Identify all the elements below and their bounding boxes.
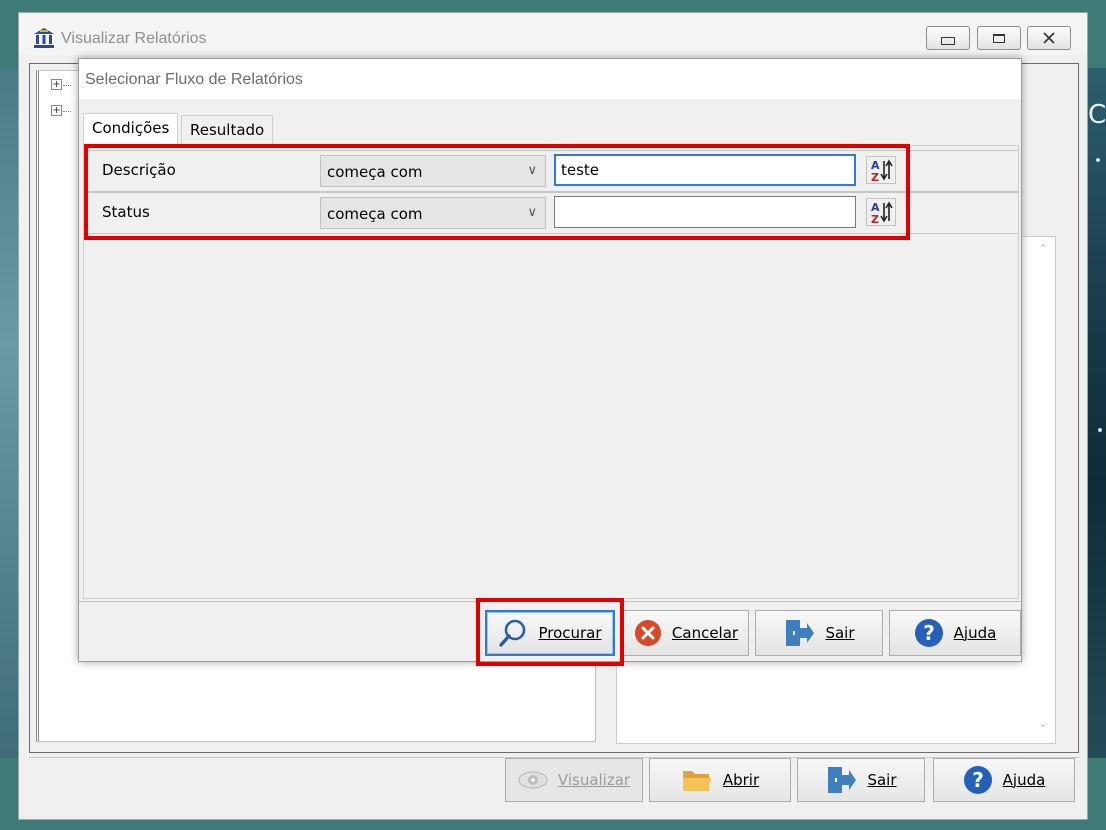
dialog-titlebar[interactable]: Selecionar Fluxo de Relatórios [79, 59, 1021, 99]
abrir-button[interactable]: Abrir [649, 758, 791, 802]
bank-icon [34, 28, 54, 48]
conditions-highlight-box [84, 144, 910, 240]
background-glyph: C [1088, 100, 1106, 130]
procurar-highlight-box [476, 598, 624, 666]
tab-resultado-label: Resultado [190, 121, 265, 139]
help-icon: ? [963, 766, 992, 794]
scroll-down-icon[interactable]: ˅ [1040, 723, 1046, 737]
dialog-ajuda-button[interactable]: ? Ajuda [889, 610, 1021, 656]
ajuda-label: Ajuda [1002, 771, 1046, 789]
sair-button[interactable]: Sair [797, 758, 925, 802]
visualizar-label: Visualizar [557, 771, 631, 789]
cancelar-button[interactable]: Cancelar [623, 610, 749, 656]
tree-connector [63, 111, 71, 112]
main-button-bar: Visualizar Abrir Sair ? Ajuda [29, 757, 1079, 809]
sair-label: Sair [867, 771, 897, 789]
visualizar-button[interactable]: Visualizar [505, 758, 643, 802]
ajuda-button[interactable]: ? Ajuda [933, 758, 1075, 802]
eye-icon [518, 771, 548, 789]
desktop-background-right: C [1088, 68, 1106, 758]
tree-expand-icon[interactable]: + [51, 105, 62, 116]
close-button[interactable] [1027, 26, 1071, 50]
tab-condicoes-label: Condições [92, 119, 170, 137]
exit-door-icon [786, 620, 815, 646]
dialog-ajuda-label: Ajuda [953, 624, 997, 642]
background-dot [1096, 158, 1100, 162]
window-titlebar[interactable]: Visualizar Relatórios [19, 13, 1087, 55]
background-dot [1098, 428, 1102, 432]
minimize-icon [941, 37, 955, 45]
vertical-scrollbar[interactable]: ˄ ˅ [1035, 237, 1055, 743]
cancelar-label: Cancelar [671, 624, 739, 642]
tree-expand-icon[interactable]: + [51, 79, 62, 90]
tab-resultado[interactable]: Resultado [181, 115, 274, 145]
exit-door-icon [828, 767, 857, 793]
svg-text:?: ? [923, 621, 935, 645]
tab-condicoes[interactable]: Condições [83, 113, 179, 146]
window-title: Visualizar Relatórios [61, 30, 207, 47]
maximize-button[interactable] [977, 26, 1021, 50]
folder-icon [682, 771, 711, 791]
dialog-sair-button[interactable]: Sair [755, 610, 883, 656]
maximize-icon [993, 33, 1005, 43]
svg-text:?: ? [972, 768, 984, 792]
tree-connector [63, 85, 71, 86]
minimize-button[interactable] [926, 26, 970, 50]
help-icon: ? [914, 619, 943, 647]
cancel-icon [634, 620, 661, 646]
scroll-up-icon[interactable]: ˄ [1040, 243, 1046, 257]
close-icon [1043, 32, 1055, 44]
abrir-label: Abrir [722, 771, 760, 789]
dialog-title: Selecionar Fluxo de Relatórios [85, 71, 303, 88]
dialog-sair-label: Sair [825, 624, 855, 642]
